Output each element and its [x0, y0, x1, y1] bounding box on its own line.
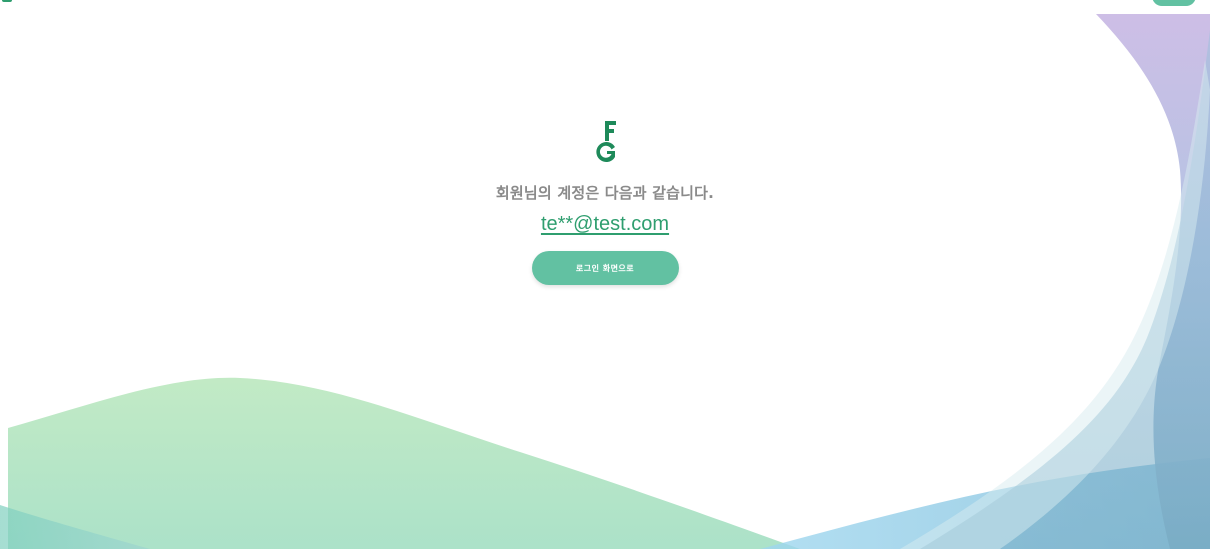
result-message: 회원님의 계정은 다음과 같습니다.	[495, 184, 715, 202]
find-account-result: 회원님의 계정은 다음과 같습니다. te**@test.com 로그인 화면으…	[0, 118, 1210, 285]
fg-key-logo-svg	[596, 121, 616, 162]
wave-green	[8, 377, 800, 549]
account-email-link[interactable]: te**@test.com	[541, 213, 669, 236]
header-logo[interactable]	[0, 0, 200, 4]
page: 회원님의 계정은 다음과 같습니다. te**@test.com 로그인 화면으…	[0, 0, 1210, 549]
header-action-button[interactable]	[1152, 0, 1196, 6]
header-logo-icon	[2, 0, 12, 2]
go-to-login-button[interactable]: 로그인 화면으로	[531, 251, 679, 285]
fg-key-logo-icon	[585, 118, 625, 166]
